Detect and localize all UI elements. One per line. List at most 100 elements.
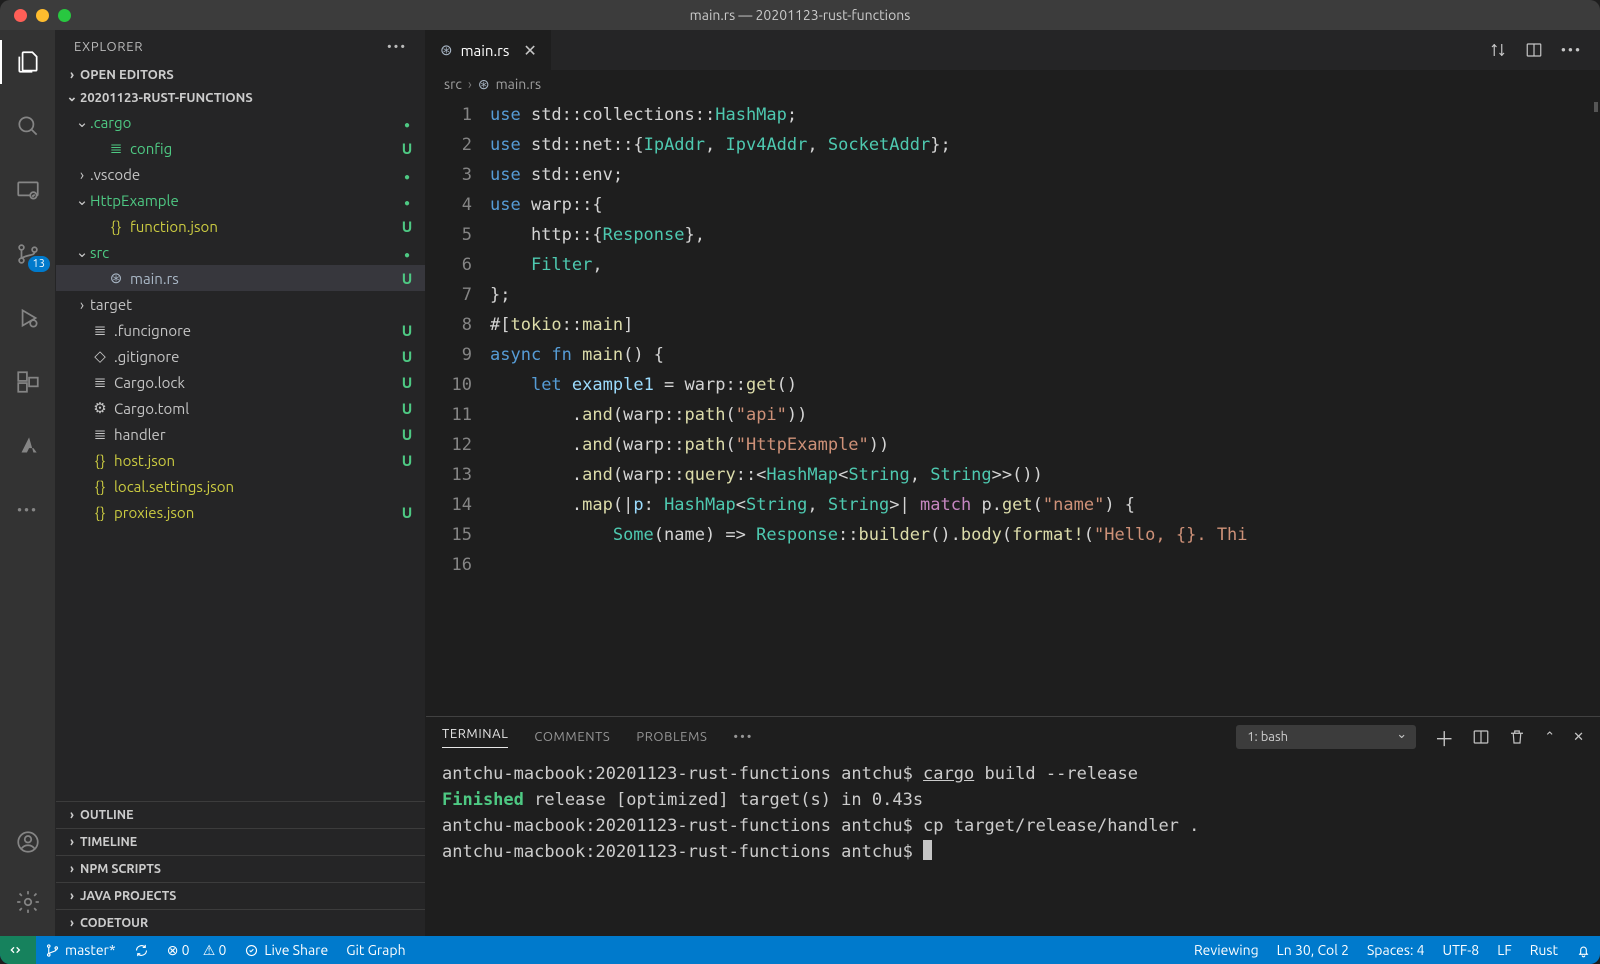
panel-tab-terminal[interactable]: TERMINAL bbox=[442, 727, 508, 748]
tree-item[interactable]: ›target bbox=[56, 291, 425, 317]
remote-indicator[interactable] bbox=[0, 936, 36, 964]
status-problems[interactable]: ⊗ 0 ⚠ 0 bbox=[158, 936, 236, 964]
breadcrumb-folder[interactable]: src bbox=[444, 76, 462, 92]
activity-azure[interactable] bbox=[0, 424, 56, 468]
tree-item-label: .gitignore bbox=[114, 348, 399, 365]
code-content[interactable]: use std::collections::HashMap;use std::n… bbox=[490, 98, 1590, 716]
chevron-right-icon: › bbox=[468, 76, 472, 92]
tab-main-rs[interactable]: ⊛ main.rs ✕ bbox=[426, 30, 552, 70]
tree-item[interactable]: ›.vscode bbox=[56, 161, 425, 187]
tree-item[interactable]: {}function.jsonU bbox=[56, 213, 425, 239]
panel-tab-problems[interactable]: PROBLEMS bbox=[636, 730, 707, 744]
tree-item[interactable]: {}proxies.jsonU bbox=[56, 499, 425, 525]
section-codetour[interactable]: ›CODETOUR bbox=[56, 909, 425, 936]
split-editor-icon[interactable] bbox=[1525, 41, 1543, 59]
tree-item[interactable]: ≣.funcignoreU bbox=[56, 317, 425, 343]
titlebar[interactable]: main.rs — 20201123-rust-functions bbox=[0, 0, 1600, 30]
tree-item[interactable]: ⌄HttpExample bbox=[56, 187, 425, 213]
compare-icon[interactable] bbox=[1489, 41, 1507, 59]
chevron-up-icon[interactable]: ⌃ bbox=[1544, 730, 1555, 745]
panel-more-icon[interactable]: ••• bbox=[733, 730, 753, 744]
section-npm-scripts[interactable]: ›NPM SCRIPTS bbox=[56, 855, 425, 882]
minimize-icon[interactable] bbox=[36, 9, 49, 22]
git-status-badge bbox=[399, 166, 415, 183]
terminal-output[interactable]: antchu-macbook:20201123-rust-functions a… bbox=[426, 757, 1600, 936]
status-language[interactable]: Rust bbox=[1521, 942, 1567, 958]
section-folder[interactable]: ⌄ 20201123-RUST-FUNCTIONS bbox=[56, 86, 425, 109]
trash-icon[interactable] bbox=[1508, 728, 1526, 746]
close-icon[interactable] bbox=[14, 9, 27, 22]
git-status-badge: U bbox=[399, 426, 415, 443]
status-liveshare[interactable]: Live Share bbox=[235, 936, 337, 964]
tree-item[interactable]: ⚙Cargo.tomlU bbox=[56, 395, 425, 421]
status-gitgraph[interactable]: Git Graph bbox=[337, 936, 414, 964]
chevron-down-icon: ⌄ bbox=[64, 90, 80, 105]
status-notifications[interactable] bbox=[1567, 943, 1600, 958]
tree-item[interactable]: ≣handlerU bbox=[56, 421, 425, 447]
ellipsis-icon: ••• bbox=[17, 502, 38, 518]
maximize-icon[interactable] bbox=[58, 9, 71, 22]
tree-item[interactable]: ≣Cargo.lockU bbox=[56, 369, 425, 395]
activity-overflow[interactable]: ••• bbox=[0, 488, 56, 532]
file-type-icon: {} bbox=[106, 218, 126, 235]
close-panel-icon[interactable]: ✕ bbox=[1573, 730, 1584, 745]
activity-extensions[interactable] bbox=[0, 360, 56, 404]
tree-item[interactable]: ⌄.cargo bbox=[56, 109, 425, 135]
tree-item[interactable]: ≣configU bbox=[56, 135, 425, 161]
activity-search[interactable] bbox=[0, 104, 56, 148]
section-open-editors[interactable]: › OPEN EDITORS bbox=[56, 64, 425, 86]
debug-icon bbox=[15, 305, 41, 331]
panel-tab-comments[interactable]: COMMENTS bbox=[534, 730, 610, 744]
chevron-right-icon: › bbox=[64, 68, 80, 82]
azure-icon bbox=[15, 433, 41, 459]
tab-label: main.rs bbox=[461, 42, 510, 59]
sidebar-header: EXPLORER ••• bbox=[56, 30, 425, 64]
status-eol[interactable]: LF bbox=[1488, 942, 1521, 958]
activity-remote[interactable] bbox=[0, 168, 56, 212]
breadcrumb-file[interactable]: main.rs bbox=[496, 76, 542, 92]
status-branch[interactable]: master* bbox=[36, 936, 125, 964]
liveshare-icon bbox=[244, 943, 259, 958]
sidebar-more-icon[interactable]: ••• bbox=[387, 40, 407, 54]
extensions-icon bbox=[15, 369, 41, 395]
section-java-projects[interactable]: ›JAVA PROJECTS bbox=[56, 882, 425, 909]
activity-debug[interactable] bbox=[0, 296, 56, 340]
status-reviewing[interactable]: Reviewing bbox=[1185, 942, 1268, 958]
close-icon[interactable]: ✕ bbox=[523, 41, 536, 60]
git-status-badge: U bbox=[399, 400, 415, 417]
tree-item[interactable]: {}local.settings.json bbox=[56, 473, 425, 499]
file-tree: ⌄.cargo≣configU›.vscode⌄HttpExample{}fun… bbox=[56, 109, 425, 801]
minimap[interactable] bbox=[1590, 98, 1600, 716]
tree-item[interactable]: ◇.gitignoreU bbox=[56, 343, 425, 369]
new-terminal-icon[interactable]: ＋ bbox=[1434, 723, 1454, 752]
chevron-right-icon: › bbox=[74, 296, 90, 313]
breadcrumb[interactable]: src › ⊛ main.rs bbox=[426, 70, 1600, 98]
editor-area: ⊛ main.rs ✕ ••• src › ⊛ main.rs 12345678… bbox=[426, 30, 1600, 936]
terminal-select[interactable]: 1: bash bbox=[1236, 725, 1416, 749]
activity-scm[interactable]: 13 bbox=[0, 232, 56, 276]
section-timeline[interactable]: ›TIMELINE bbox=[56, 828, 425, 855]
bottom-panel: TERMINAL COMMENTS PROBLEMS ••• 1: bash ＋… bbox=[426, 716, 1600, 936]
editor-more-icon[interactable]: ••• bbox=[1561, 42, 1582, 58]
status-encoding[interactable]: UTF-8 bbox=[1434, 942, 1489, 958]
bell-icon bbox=[1576, 943, 1591, 958]
status-sync[interactable] bbox=[125, 936, 158, 964]
tree-item-label: Cargo.toml bbox=[114, 400, 399, 417]
status-position[interactable]: Ln 30, Col 2 bbox=[1268, 942, 1358, 958]
file-type-icon: {} bbox=[90, 452, 110, 469]
activity-explorer[interactable] bbox=[0, 40, 56, 84]
tree-item[interactable]: ⊛main.rsU bbox=[56, 265, 425, 291]
split-terminal-icon[interactable] bbox=[1472, 728, 1490, 746]
code-editor[interactable]: 12345678910111213141516 use std::collect… bbox=[426, 98, 1600, 716]
tree-item[interactable]: {}host.jsonU bbox=[56, 447, 425, 473]
activity-settings[interactable] bbox=[0, 880, 56, 924]
activity-bar: 13 ••• bbox=[0, 30, 56, 936]
section-outline[interactable]: ›OUTLINE bbox=[56, 801, 425, 828]
rust-file-icon: ⊛ bbox=[478, 76, 490, 93]
status-indent[interactable]: Spaces: 4 bbox=[1358, 942, 1434, 958]
file-type-icon: ◇ bbox=[90, 347, 110, 365]
gear-icon bbox=[15, 889, 41, 915]
activity-account[interactable] bbox=[0, 820, 56, 864]
tree-item[interactable]: ⌄src bbox=[56, 239, 425, 265]
scm-badge: 13 bbox=[28, 256, 50, 272]
